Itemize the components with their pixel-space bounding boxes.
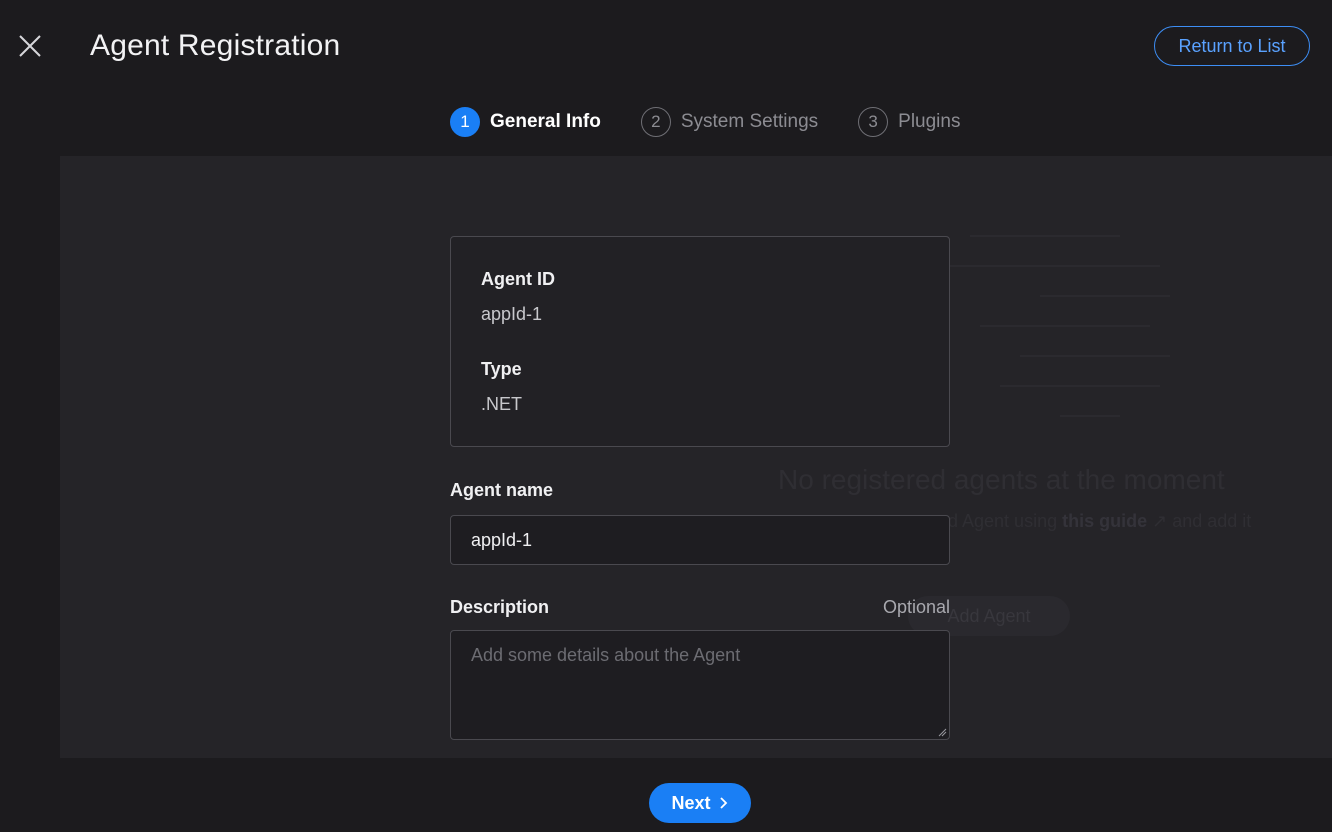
empty-state-title: No registered agents at the moment: [778, 464, 1225, 495]
optional-label: Optional: [882, 597, 950, 617]
step-label: System Settings: [680, 111, 819, 132]
return-to-list-button[interactable]: Return to List: [1154, 26, 1310, 66]
empty-state-illustration: [950, 235, 1170, 417]
description-placeholder: Add some details about the Agent: [471, 645, 741, 665]
registration-panel: No registered agents at the moment d Age…: [60, 156, 1332, 758]
step-label: Plugins: [898, 111, 961, 132]
agent-name-input[interactable]: appId-1: [450, 515, 950, 565]
page-title: Agent Registration: [90, 29, 341, 62]
type-label: Type: [481, 359, 522, 379]
description-textarea[interactable]: Add some details about the Agent: [450, 630, 950, 740]
stepper: 1 General Info 2 System Settings 3 Plugi…: [450, 106, 1000, 138]
close-icon: [19, 35, 41, 57]
header: Agent Registration Return to List: [0, 0, 1332, 92]
step-number: 1: [450, 107, 480, 137]
agent-id-label: Agent ID: [481, 269, 555, 289]
next-button[interactable]: Next: [649, 783, 751, 823]
chevron-right-icon: [719, 797, 727, 809]
next-button-label: Next: [671, 793, 711, 813]
step-plugins[interactable]: 3 Plugins: [858, 107, 960, 137]
guide-link[interactable]: this guide: [1062, 511, 1147, 531]
agent-id-value: appId-1: [481, 304, 543, 324]
resize-handle-icon[interactable]: [937, 727, 947, 737]
step-system-settings[interactable]: 2 System Settings: [640, 107, 819, 137]
agent-info-card: Agent ID appId-1 Type .NET: [450, 236, 950, 447]
description-label: Description: [450, 597, 550, 617]
agent-name-label: Agent name: [450, 480, 554, 500]
empty-state-desc-prefix: d Agent using: [948, 511, 1058, 531]
external-link-icon: ↗: [1152, 511, 1168, 531]
empty-state-desc-suffix: and add it: [1172, 511, 1252, 531]
step-general-info[interactable]: 1 General Info: [450, 107, 601, 137]
empty-state-description: d Agent using this guide ↗ and add it: [948, 511, 1251, 532]
step-label: General Info: [490, 111, 601, 132]
close-button[interactable]: [16, 32, 44, 60]
type-value: .NET: [481, 394, 523, 414]
step-number: 2: [640, 107, 671, 137]
step-number: 3: [858, 107, 889, 137]
